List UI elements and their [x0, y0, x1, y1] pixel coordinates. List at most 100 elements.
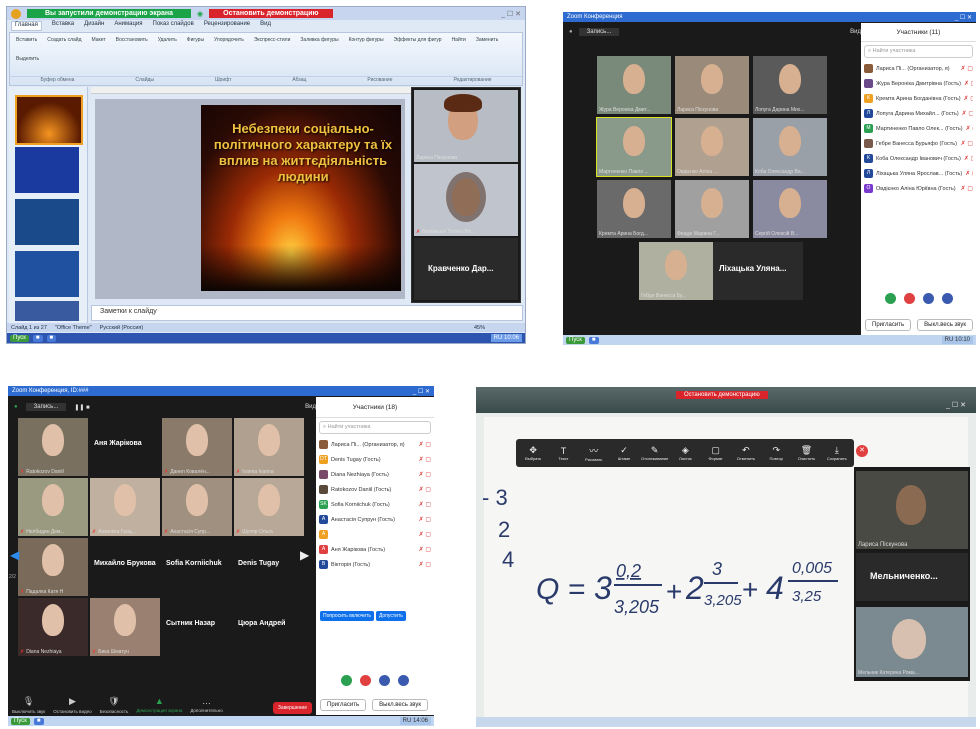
slide-thumb-1[interactable] — [15, 95, 83, 145]
participant-row[interactable]: В Вікторія (Гость) ✗ ▢ — [319, 557, 431, 572]
view-button[interactable]: Вид — [850, 29, 861, 35]
participant-row[interactable]: ККоба Олександр Іванович (Гость)✗ ▢ — [864, 151, 973, 166]
yes-icon[interactable] — [341, 675, 352, 686]
slide-thumb-4[interactable] — [15, 251, 79, 297]
ribbon-button-6[interactable]: Упорядочить — [212, 36, 246, 53]
fast-icon[interactable] — [398, 675, 409, 686]
ribbon-button-3[interactable]: Восстановить — [114, 36, 150, 53]
slide-thumb-5[interactable] — [15, 301, 79, 321]
ribbon-button-1[interactable]: Создать слайд — [45, 36, 83, 53]
participant-search[interactable]: ⌕ Найти участника — [864, 45, 973, 58]
slow-icon[interactable] — [922, 293, 934, 304]
tool-0[interactable]: ✥ Выбрать — [520, 445, 546, 461]
office-button-icon[interactable] — [11, 8, 21, 19]
ribbon-button-5[interactable]: Фигуры — [185, 36, 206, 53]
participant-row[interactable]: А Анастасія Супрун (Гость) ✗ ▢ — [319, 512, 431, 527]
participant-row[interactable]: ККремта Арина Богданівна (Гость)✗ ▢ — [864, 91, 973, 106]
taskbar-app[interactable]: ■ — [588, 336, 599, 344]
shield-icon[interactable]: ● — [14, 404, 18, 410]
taskbar-app[interactable]: ■ — [33, 717, 44, 725]
ribbon-tab-3[interactable]: Анимация — [114, 21, 142, 31]
ribbon-tab-4[interactable]: Показ слайдов — [153, 21, 194, 31]
participant-row[interactable]: ЛЛіхацька Уляна Ярослав... (Гость)✗ ▢ — [864, 166, 973, 181]
slow-icon[interactable] — [379, 675, 390, 686]
tool-4[interactable]: ✎ Отслеживание — [641, 445, 668, 461]
tray-lang[interactable]: RU — [945, 337, 954, 343]
participant-row[interactable]: Diana Nezhiaya (Гость) ✗ ▢ — [319, 467, 431, 482]
ribbon-tab-2[interactable]: Дизайн — [84, 21, 104, 31]
admit-button[interactable]: Допустить — [375, 611, 406, 621]
ribbon-button-12[interactable]: Заменить — [474, 36, 500, 53]
slide-thumb-2[interactable] — [15, 147, 79, 193]
participant-row[interactable]: Жура Вероніка Дмитрівна (Гость)✗ ▢ — [864, 76, 973, 91]
participant-row[interactable]: Ratokozov Daniil (Гость) ✗ ▢ — [319, 482, 431, 497]
yes-icon[interactable] — [884, 293, 896, 304]
taskbar-app[interactable]: ■ — [32, 334, 43, 342]
tool-10[interactable]: ⤓ Сохранить — [824, 445, 850, 461]
participant-row[interactable]: DT Denis Tugay (Гость) ✗ ▢ — [319, 452, 431, 467]
ribbon-tab-5[interactable]: Рецензирование — [204, 21, 250, 31]
ribbon-button-9[interactable]: Контур фигуры — [347, 36, 386, 53]
window-controls[interactable]: _ ☐ ✕ — [413, 388, 430, 395]
participant-row[interactable]: ММартиненко Павло Олек... (Гость)✗ ▢ — [864, 121, 973, 136]
window-controls[interactable]: _ ☐ ✕ — [946, 401, 966, 409]
start-button[interactable]: Пуск — [11, 717, 30, 725]
mute-all-button[interactable]: Выкл.весь звук — [917, 319, 973, 331]
participant-row[interactable]: Л Лопуга Дарина Михайл... (Гость) ✗ ▢ — [864, 106, 973, 121]
tool-3[interactable]: ✓ Штамп — [611, 445, 637, 461]
zoom-level[interactable]: 45% — [474, 325, 485, 331]
shield-icon[interactable]: ● — [569, 29, 573, 35]
participant-row[interactable]: О Овдієнко Аліна Юріївна (Гость) ✗ ▢ — [864, 181, 973, 196]
pause-icon[interactable]: ❚❚ ■ — [74, 404, 89, 411]
start-button[interactable]: Пуск — [566, 336, 585, 344]
participant-row[interactable]: Гебре Ванесса Бурьяфо (Гость) ✗ ▢ — [864, 136, 973, 151]
participant-row[interactable]: А ✗ ▢ — [319, 527, 431, 542]
end-button[interactable]: Завершение — [272, 702, 312, 714]
tray-lang[interactable]: RU — [403, 718, 412, 724]
toolbar-close-icon[interactable]: ✕ — [856, 445, 868, 457]
ribbon-button-7[interactable]: Экспресс-стили — [252, 36, 293, 53]
invite-button[interactable]: Пригласить — [865, 319, 912, 331]
tool-1[interactable]: T Текст — [550, 446, 576, 461]
ribbon-tab-6[interactable]: Вид — [260, 21, 271, 31]
participant-row[interactable]: А Аня Жарікова (Гость) ✗ ▢ — [319, 542, 431, 557]
control-0[interactable]: 🎙 Выключить звук — [12, 696, 45, 714]
fast-icon[interactable] — [941, 293, 953, 304]
start-button[interactable]: Пуск — [10, 334, 29, 342]
ribbon-button-4[interactable]: Удалить — [156, 36, 179, 53]
no-icon[interactable] — [360, 675, 371, 686]
control-1[interactable]: ▶ Остановить видео — [53, 696, 91, 714]
tool-6[interactable]: ▢ Формат — [702, 445, 728, 461]
stop-demo-button[interactable]: Остановить демонстрацию — [209, 9, 333, 18]
stop-demo-button[interactable]: Остановить демонстрацию — [676, 391, 768, 399]
ribbon-button-8[interactable]: Заливка фигуры — [298, 36, 340, 53]
invite-button[interactable]: Пригласить — [320, 699, 367, 711]
control-4[interactable]: … Дополнительно — [190, 696, 222, 714]
window-controls[interactable]: _ ☐ ✕ — [501, 10, 521, 18]
next-page-icon[interactable]: ▶ — [300, 548, 309, 562]
tool-2[interactable]: 〰 Рисовать — [581, 444, 607, 462]
slide-thumb-3[interactable] — [15, 199, 79, 245]
control-2[interactable]: 🛡 Безопасность — [100, 696, 129, 714]
notes-pane[interactable]: Заметки к слайду — [91, 305, 523, 321]
tray-lang[interactable]: RU — [494, 335, 503, 341]
ribbon-button-11[interactable]: Найти — [450, 36, 468, 53]
pause-icon[interactable]: ◉ — [197, 10, 203, 18]
tool-5[interactable]: ◈ Ластик — [672, 445, 698, 461]
ribbon-button-2[interactable]: Макет — [90, 36, 108, 53]
participant-row[interactable]: SK Sofia Korniichuk (Гость) ✗ ▢ — [319, 497, 431, 512]
window-controls[interactable]: _ ☐ ✕ — [955, 14, 972, 21]
ribbon-tab-0[interactable]: Главная — [11, 21, 42, 31]
mute-all-button[interactable]: Выкл.весь звук — [372, 699, 428, 711]
tool-9[interactable]: 🗑 Очистить — [793, 445, 819, 461]
participant-row[interactable]: Лариса Пі... (Организатор, я) ✗ ▢ — [864, 61, 973, 76]
ribbon-button-13[interactable]: Выделить — [14, 55, 41, 72]
taskbar-app[interactable]: ■ — [46, 334, 57, 342]
participant-search[interactable]: ⌕ Найти участника — [319, 421, 431, 434]
ribbon-button-0[interactable]: Вставить — [14, 36, 39, 53]
ribbon-button-10[interactable]: Эффекты для фигур — [392, 36, 444, 53]
control-3[interactable]: ▲ Демонстрация экрана — [136, 696, 182, 714]
tool-8[interactable]: ↷ Повтор — [763, 445, 789, 461]
tool-7[interactable]: ↶ Отменить — [733, 445, 759, 461]
ribbon-tab-1[interactable]: Вставка — [52, 21, 74, 31]
